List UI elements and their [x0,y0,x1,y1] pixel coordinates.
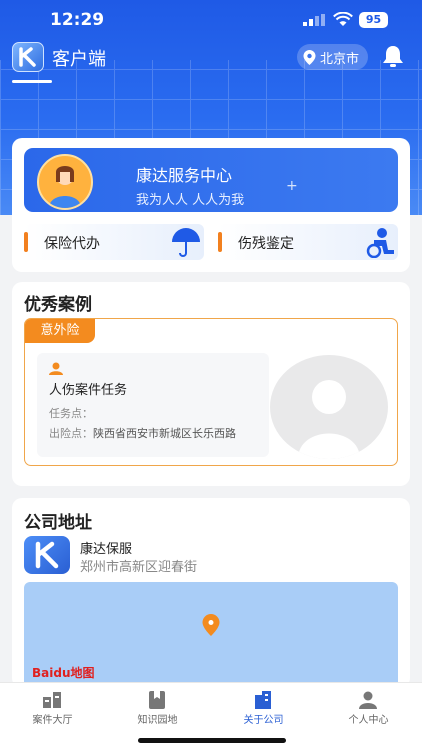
status-bar: 12:29 95 [0,0,422,40]
person-icon [49,362,63,375]
case-title: 人伤案件任务 [49,383,128,398]
status-time: 12:29 [50,10,105,30]
tab-case-hall[interactable]: 案件大厅 [0,683,105,733]
location-selector[interactable]: 北京市 [297,44,369,70]
app-logo-icon [12,42,44,72]
cellular-signal-icon [303,14,325,26]
home-indicator [138,738,286,743]
company-address-card: 公司地址 康达保服 郑州市高新区迎春街 Baidu地图 [12,498,410,692]
case-photo-placeholder [270,355,388,459]
insurance-agency-label: 保险代办 [44,236,100,252]
app-title: 客户端 [52,49,106,70]
task-point-row: 任务点： [49,405,93,421]
map-view[interactable]: Baidu地图 [24,582,398,692]
location-pin-icon [303,49,316,65]
tab-personal-center[interactable]: 个人中心 [316,683,421,733]
tab-about-company[interactable]: 关于公司 [211,683,316,733]
address-section-title: 公司地址 [24,513,92,533]
title-underline [12,80,52,83]
accident-point-row: 出险点：陕西省西安市新城区长乐西路 [49,425,236,441]
knowledge-book-icon [149,691,165,709]
insurance-agency-button[interactable]: 保险代办 [24,224,204,260]
wifi-icon [333,12,353,26]
baidu-map-logo: Baidu地图 [32,664,95,681]
task-point-label: 任务点： [49,407,93,420]
case-details: 人伤案件任务 任务点： 出险点：陕西省西安市新城区长乐西路 [37,353,269,457]
company-logo-icon [24,536,70,574]
sparkle-decoration: + [286,178,298,194]
top-app-bar: 客户端 北京市 [0,42,422,72]
disability-assessment-label: 伤残鉴定 [238,236,294,252]
company-address: 郑州市高新区迎春街 [80,560,198,575]
person-icon [359,691,377,709]
service-center-slogan: 我为人人 人人为我 [136,193,245,208]
company-building-icon [255,691,271,709]
tab-label: 知识园地 [137,715,178,726]
company-name: 康达保服 [80,542,133,557]
excellent-cases-card: 优秀案例 意外险 人伤案件任务 任务点： 出险点：陕西省西安市新城区长乐西路 [12,282,410,486]
battery-indicator: 95 [359,12,388,28]
tab-label: 案件大厅 [32,715,73,726]
wheelchair-icon [366,228,394,258]
accent-bar [218,232,222,252]
accident-point-label: 出险点： [49,427,93,440]
disability-assessment-button[interactable]: 伤残鉴定 [218,224,398,260]
tab-knowledge[interactable]: 知识园地 [105,683,210,733]
tab-label: 个人中心 [348,715,389,726]
baidu-map-brand-text: Baidu地图 [32,666,95,680]
notification-bell-icon[interactable] [382,44,404,68]
service-agent-avatar [37,154,93,210]
case-hall-icon [43,692,61,708]
location-label: 北京市 [320,51,360,67]
map-marker-icon[interactable] [202,614,220,636]
accident-point-value: 陕西省西安市新城区长乐西路 [93,427,236,440]
accent-bar [24,232,28,252]
cases-section-title: 优秀案例 [24,295,92,315]
service-center-banner[interactable]: 康达服务中心 我为人人 人人为我 + [24,148,398,212]
case-type-tag: 意外险 [25,319,95,343]
tab-label: 关于公司 [243,715,284,726]
service-center-title: 康达服务中心 [136,166,233,185]
case-item[interactable]: 意外险 人伤案件任务 任务点： 出险点：陕西省西安市新城区长乐西路 [24,318,398,466]
umbrella-icon [172,228,200,257]
services-card: 康达服务中心 我为人人 人人为我 + 保险代办 伤残鉴定 [12,138,410,272]
